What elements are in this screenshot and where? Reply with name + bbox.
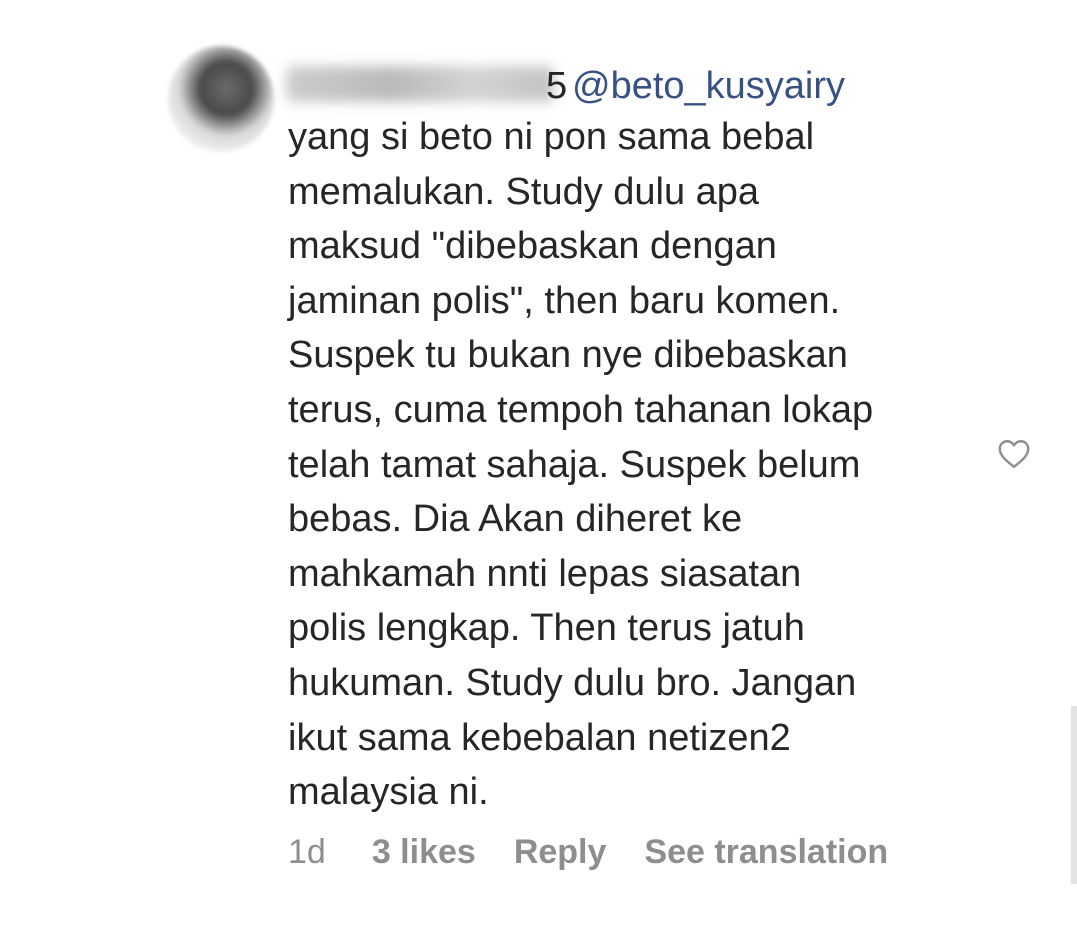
username-tail: 5 [546, 65, 568, 107]
comment-time: 1d [288, 832, 326, 871]
see-translation-button[interactable]: See translation [644, 833, 888, 872]
likes-count[interactable]: 3 likes [372, 833, 476, 872]
comment-text: yang si beto ni pon sama bebal memalukan… [288, 116, 874, 814]
avatar[interactable] [168, 46, 274, 152]
comment-meta: 1d 3 likes Reply See translation [288, 828, 888, 876]
scrollbar[interactable] [1071, 706, 1077, 884]
username-redacted[interactable] [286, 66, 554, 102]
mention-link[interactable]: @beto_kusyairy [572, 62, 845, 110]
reply-button[interactable]: Reply [514, 833, 607, 872]
heart-outline-icon[interactable] [996, 436, 1032, 472]
